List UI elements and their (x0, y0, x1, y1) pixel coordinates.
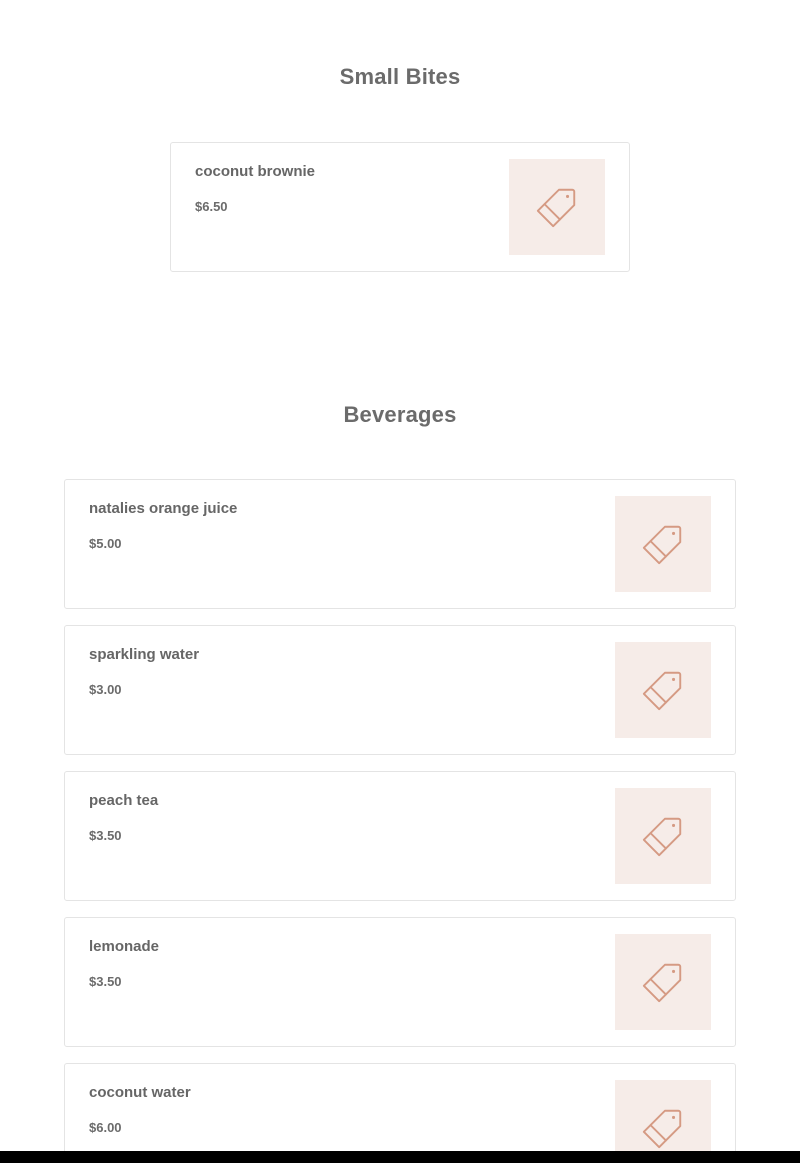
price-tag-icon (642, 963, 682, 1003)
item-thumbnail (615, 788, 711, 884)
menu-item-card[interactable]: sparkling water $3.00 (64, 625, 736, 755)
item-name: peach tea (89, 792, 159, 809)
item-price: $3.50 (89, 828, 122, 843)
item-name: natalies orange juice (89, 500, 238, 517)
menu-item-card[interactable]: coconut brownie $6.50 (170, 142, 630, 272)
menu-item-card[interactable]: natalies orange juice $5.00 (64, 479, 736, 609)
item-thumbnail (509, 159, 605, 255)
item-price: $6.00 (89, 1120, 122, 1135)
menu-item-card[interactable]: lemonade $3.50 (64, 917, 736, 1047)
section-title-small-bites: Small Bites (339, 64, 461, 89)
price-tag-icon (642, 1109, 682, 1149)
price-tag-icon (642, 525, 682, 565)
item-name: lemonade (89, 938, 160, 955)
item-price: $3.50 (89, 974, 122, 989)
menu-item-card[interactable]: peach tea $3.50 (64, 771, 736, 901)
item-price: $5.00 (89, 536, 122, 551)
item-price: $3.00 (89, 682, 122, 697)
item-thumbnail (615, 934, 711, 1030)
item-thumbnail (615, 496, 711, 592)
item-price: $6.50 (195, 199, 228, 214)
bottom-bar (0, 1151, 800, 1163)
item-name: coconut brownie (195, 163, 315, 180)
item-name: sparkling water (89, 646, 200, 663)
item-name: coconut water (89, 1084, 191, 1101)
price-tag-icon (642, 671, 682, 711)
menu-item-card[interactable]: coconut water $6.00 (64, 1063, 736, 1163)
item-thumbnail (615, 642, 711, 738)
price-tag-icon (536, 188, 576, 228)
price-tag-icon (642, 817, 682, 857)
section-title-beverages: Beverages (343, 402, 457, 427)
